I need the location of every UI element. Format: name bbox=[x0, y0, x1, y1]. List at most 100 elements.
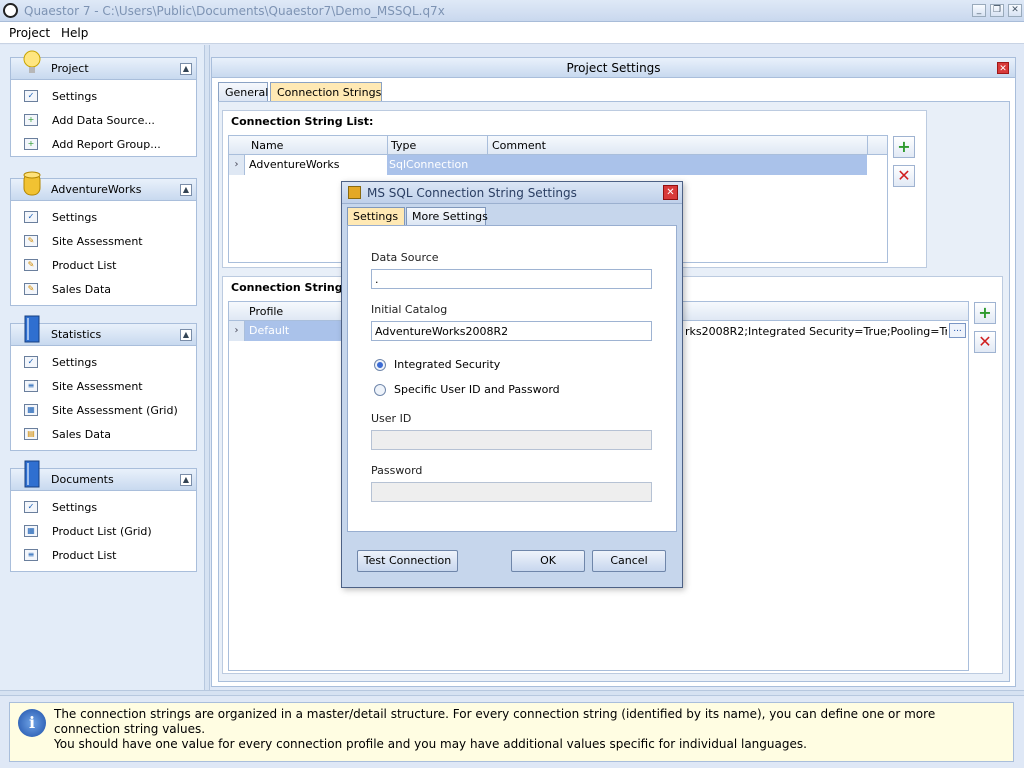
column-profile[interactable]: Profile bbox=[249, 305, 283, 318]
tab-general[interactable]: General bbox=[218, 82, 268, 102]
integrated-security-radio[interactable] bbox=[374, 359, 386, 371]
sidebar-item-site-assessment[interactable]: ≡ Site Assessment bbox=[11, 374, 196, 398]
info-text-line-2: You should have one value for every conn… bbox=[54, 737, 807, 751]
add-value-button[interactable]: + bbox=[974, 302, 996, 324]
sidebar-item-product-list[interactable]: ✎ Product List bbox=[11, 253, 196, 277]
group-header[interactable]: Documents ▲ bbox=[11, 460, 196, 491]
section-title: Connection String List: bbox=[231, 115, 374, 128]
dialog-tab-settings[interactable]: Settings bbox=[347, 207, 405, 226]
collapse-icon[interactable]: ▲ bbox=[180, 329, 192, 341]
menu-project[interactable]: Project bbox=[9, 26, 50, 40]
column-separator bbox=[487, 136, 488, 155]
initial-catalog-input[interactable] bbox=[371, 321, 652, 341]
checklist-icon: ✓ bbox=[24, 90, 38, 102]
integrated-security-label[interactable]: Integrated Security bbox=[394, 358, 500, 371]
info-icon: i bbox=[18, 709, 46, 737]
info-panel: i The connection strings are organized i… bbox=[9, 702, 1014, 762]
database-icon bbox=[23, 171, 41, 196]
grid-icon: ▦ bbox=[24, 525, 38, 537]
group-title: Documents bbox=[51, 473, 114, 486]
close-window-button[interactable]: ✕ bbox=[1008, 4, 1022, 17]
cell-comment[interactable] bbox=[487, 155, 867, 175]
document-icon: ≡ bbox=[24, 380, 38, 392]
sidebar-item-site-assessment[interactable]: ✎ Site Assessment bbox=[11, 229, 196, 253]
group-statistics: Statistics ▲ ✓ Settings ≡ Site Assessment … bbox=[10, 315, 197, 451]
group-header[interactable]: Project ▲ bbox=[11, 50, 196, 80]
checklist-icon: ✓ bbox=[24, 356, 38, 368]
column-comment[interactable]: Comment bbox=[492, 139, 546, 152]
window-title: Quaestor 7 - C:\Users\Public\Documents\Q… bbox=[24, 4, 445, 18]
group-title: Project bbox=[51, 62, 89, 75]
add-connection-button[interactable]: + bbox=[893, 136, 915, 158]
specific-user-label[interactable]: Specific User ID and Password bbox=[394, 383, 560, 396]
cancel-button[interactable]: Cancel bbox=[592, 550, 666, 572]
sidebar-item-product-list-grid[interactable]: ▦ Product List (Grid) bbox=[11, 519, 196, 543]
grid-icon: ▦ bbox=[24, 404, 38, 416]
dialog-body: Data Source Initial Catalog Integrated S… bbox=[347, 225, 677, 532]
delete-connection-button[interactable]: ✕ bbox=[893, 165, 915, 187]
report-icon: ✎ bbox=[24, 283, 38, 295]
sidebar-item-settings[interactable]: ✓ Settings bbox=[11, 84, 196, 108]
group-adventureworks: AdventureWorks ▲ ✓ Settings ✎ Site Assessm… bbox=[10, 171, 197, 306]
info-text: The connection strings are organized in … bbox=[54, 707, 1004, 752]
tab-connection-strings[interactable]: Connection Strings bbox=[270, 82, 382, 102]
column-separator bbox=[387, 136, 388, 155]
sidebar-item-add-report-group[interactable]: + Add Report Group... bbox=[11, 132, 196, 156]
user-id-input[interactable] bbox=[371, 430, 652, 450]
cell-type[interactable]: SqlConnection bbox=[387, 155, 487, 175]
column-name[interactable]: Name bbox=[251, 139, 283, 152]
data-source-label: Data Source bbox=[371, 251, 439, 264]
column-type[interactable]: Type bbox=[391, 139, 416, 152]
checklist-icon: ✓ bbox=[24, 501, 38, 513]
ok-button[interactable]: OK bbox=[511, 550, 585, 572]
vertical-splitter[interactable] bbox=[204, 45, 210, 690]
group-header[interactable]: Statistics ▲ bbox=[11, 315, 196, 346]
report-icon: ✎ bbox=[24, 235, 38, 247]
collapse-icon[interactable]: ▲ bbox=[180, 184, 192, 196]
grid-header: Name Type Comment bbox=[229, 136, 887, 155]
panel-header: Project Settings ✕ bbox=[212, 58, 1015, 78]
password-label: Password bbox=[371, 464, 423, 477]
collapse-icon[interactable]: ▲ bbox=[180, 474, 192, 486]
minimize-button[interactable]: _ bbox=[972, 4, 986, 17]
menu-help[interactable]: Help bbox=[61, 26, 88, 40]
sidebar-item-site-assessment-grid[interactable]: ▦ Site Assessment (Grid) bbox=[11, 398, 196, 422]
restore-button[interactable]: ❐ bbox=[990, 4, 1004, 17]
specific-user-radio[interactable] bbox=[374, 384, 386, 396]
sidebar-item-sales-data[interactable]: ▤ Sales Data bbox=[11, 422, 196, 446]
section-title: Connection String V bbox=[231, 281, 355, 294]
data-source-input[interactable] bbox=[371, 269, 652, 289]
cell-profile[interactable]: Default bbox=[245, 321, 347, 341]
row-indicator-icon: › bbox=[229, 321, 245, 341]
panel-title: Project Settings bbox=[566, 61, 661, 75]
menu-bar: Project Help bbox=[0, 22, 1024, 44]
close-panel-button[interactable]: ✕ bbox=[997, 62, 1009, 74]
dialog-tab-more-settings[interactable]: More Settings bbox=[406, 207, 488, 226]
table-row[interactable]: › AdventureWorks SqlConnection bbox=[229, 155, 887, 175]
dialog-title-bar[interactable]: MS SQL Connection String Settings ✕ bbox=[342, 182, 682, 204]
group-title: Statistics bbox=[51, 328, 102, 341]
test-connection-button[interactable]: Test Connection bbox=[357, 550, 458, 572]
collapse-icon[interactable]: ▲ bbox=[180, 63, 192, 75]
password-input[interactable] bbox=[371, 482, 652, 502]
cell-value[interactable]: rks2008R2;Integrated Security=True;Pooli… bbox=[685, 325, 947, 338]
book-icon bbox=[24, 315, 40, 343]
cell-name[interactable]: AdventureWorks bbox=[249, 158, 339, 171]
sidebar-item-sales-data[interactable]: ✎ Sales Data bbox=[11, 277, 196, 301]
edit-value-button[interactable]: ... bbox=[949, 323, 966, 338]
row-indicator-icon: › bbox=[229, 155, 245, 175]
sidebar-item-settings[interactable]: ✓ Settings bbox=[11, 350, 196, 374]
add-data-source-icon: + bbox=[24, 114, 38, 126]
close-dialog-button[interactable]: ✕ bbox=[663, 185, 678, 200]
horizontal-splitter[interactable] bbox=[0, 690, 1024, 696]
delete-value-button[interactable]: ✕ bbox=[974, 331, 996, 353]
left-navigation-pane: Project ▲ ✓ Settings + Add Data Source... … bbox=[0, 45, 204, 690]
sidebar-item-product-list[interactable]: ≡ Product List bbox=[11, 543, 196, 567]
sidebar-item-settings[interactable]: ✓ Settings bbox=[11, 205, 196, 229]
sidebar-item-add-data-source[interactable]: + Add Data Source... bbox=[11, 108, 196, 132]
sidebar-item-settings[interactable]: ✓ Settings bbox=[11, 495, 196, 519]
database-settings-icon bbox=[348, 186, 361, 199]
app-logo-icon bbox=[3, 3, 18, 18]
group-header[interactable]: AdventureWorks ▲ bbox=[11, 171, 196, 201]
lightbulb-icon bbox=[23, 50, 41, 73]
